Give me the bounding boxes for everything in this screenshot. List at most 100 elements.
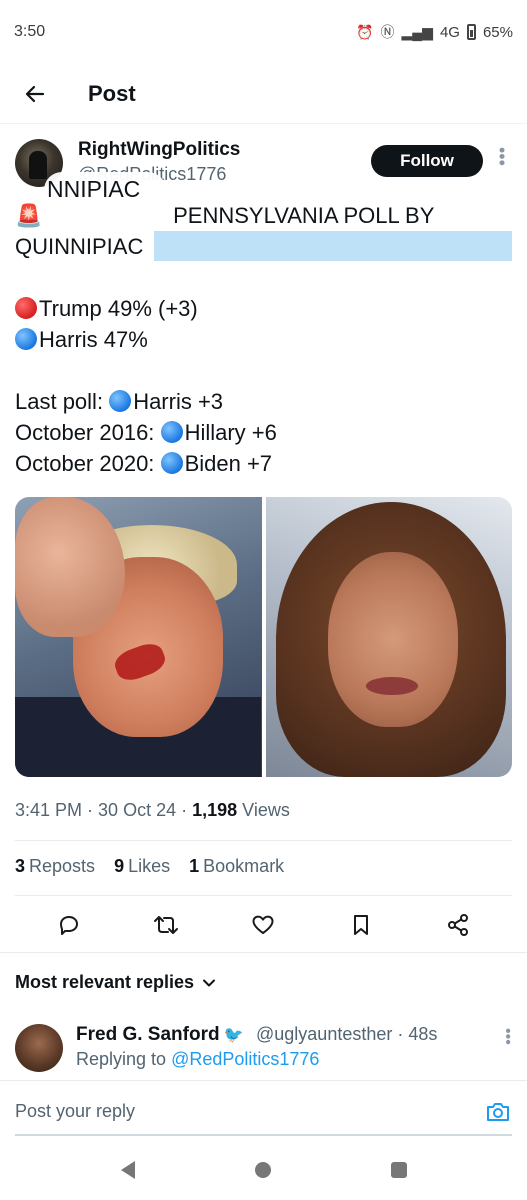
chevron-down-icon [203,979,216,986]
replying-mention[interactable]: @RedPolitics1776 [171,1049,319,1069]
blue-circle-icon [160,452,183,474]
reply-icon [59,916,78,935]
reply-avatar[interactable] [15,1024,63,1072]
replying-prefix: Replying to [76,1049,167,1069]
views-label: Views [242,800,290,820]
triangle-back-icon [120,1161,135,1179]
system-nav-bar [0,1140,527,1200]
repost-icon [154,916,179,934]
oct-2016-prefix: October 2016: [15,420,155,445]
nfc-icon: Ⓝ [380,24,395,40]
divider [15,840,512,841]
circle-home-icon [255,1162,272,1178]
siren-icon: 🚨 [15,203,43,228]
reposts-label: Reposts [29,856,96,876]
section-divider [0,952,527,953]
replies-sort-dropdown[interactable]: Most relevant replies [15,972,216,993]
arrow-left-icon [25,85,45,102]
last-poll-prefix: Last poll: [15,389,104,414]
status-bar: 3:50 ⏰ Ⓝ ▂▄▆ 4G 65% [0,0,527,64]
media-photo-left[interactable] [15,497,262,777]
text-line-2: QUINNIPIAC [15,231,515,262]
nav-back-button[interactable] [116,1158,140,1182]
square-recents-icon [391,1162,408,1178]
reply-name-text: Fred G. Sanford [76,1024,220,1045]
reply-input[interactable]: Post your reply [15,1101,135,1122]
red-circle-icon [15,297,37,319]
nav-home-button[interactable] [251,1158,275,1182]
photo-right-mouth [365,677,418,695]
status-time: 3:50 [14,23,46,40]
divider [15,895,512,896]
network-label: 4G [439,23,460,41]
author-name[interactable]: RightWingPolitics [78,139,240,161]
blue-circle-icon [109,390,132,412]
camera-button[interactable] [485,1099,511,1125]
reply-handle-text: @uglyauntesther [256,1024,393,1044]
bookmarks-stat[interactable]: 1 Bookmark [189,856,284,876]
views-count: 1,198 [192,800,238,820]
reply-age: 48s [408,1024,438,1044]
reposts-count: 3 [15,856,26,876]
bookmark-button[interactable] [348,912,374,938]
signal-icon: ▂▄▆ [401,23,433,40]
harris-line: Harris 47% [15,324,515,355]
post-actions [0,905,527,945]
photo-left-hand [15,497,125,637]
bookmark-icon [353,915,368,935]
back-button[interactable] [0,64,70,124]
bird-icon: 🐦 [223,1027,244,1044]
like-button[interactable] [250,912,276,938]
photo-right-face [327,552,458,727]
reply-more-icon[interactable]: ••• [498,1028,516,1045]
oct-2020-prefix: October 2020: [15,451,155,476]
text-headline: PENNSYLVANIA POLL BY [173,203,435,228]
heart-icon [252,915,274,934]
bookmarks-label: Bookmark [203,856,285,876]
blue-circle-icon [15,328,37,350]
last-poll-value: Harris +3 [133,389,224,414]
reply-replying-to: Replying to @RedPolitics1776 [76,1049,319,1070]
trump-line: Trump 49% (+3) [15,293,515,324]
likes-label: Likes [128,856,171,876]
battery-icon [466,24,476,40]
page-title: Post [88,80,136,106]
bookmarks-count: 1 [189,856,200,876]
alarm-icon: ⏰ [356,23,374,40]
post-time[interactable]: 3:41 PM [15,800,82,820]
follow-button[interactable]: Follow [371,145,483,177]
post-date[interactable]: 30 Oct 24 [98,800,176,820]
reply-author-name[interactable]: Fred G. Sanford 🐦 [76,1024,244,1046]
last-poll-line: Last poll: Harris +3 [15,386,515,417]
harris-result: Harris 47% [39,327,148,352]
text-line-1: 🚨 PENNSYLVANIA POLL BY [15,200,515,231]
camera-icon [487,1103,509,1121]
likes-stat[interactable]: 9 Likes [114,856,170,876]
reply-item[interactable]: Fred G. Sanford 🐦 @uglyauntesther · 48s R… [0,1012,527,1080]
reposts-stat[interactable]: 3 Reposts [15,856,95,876]
more-options-icon[interactable]: ••• [492,147,512,166]
avatar-figure [29,151,47,179]
nav-recents-button[interactable] [387,1158,411,1182]
oct-2020-value: Biden +7 [184,451,273,476]
compose-underline [15,1134,512,1136]
reply-author-handle: @uglyauntesther · 48s [256,1024,438,1044]
repost-button[interactable] [153,912,179,938]
share-button[interactable] [445,912,471,938]
media-photo-right[interactable] [265,497,512,777]
battery-label: 65% [482,23,513,41]
post-media [15,497,512,777]
post-meta: 3:41 PM · 30 Oct 24 · 1,198 Views [15,800,290,820]
reply-button[interactable] [56,912,82,938]
likes-count: 9 [114,856,125,876]
tweet-text: 🚨 PENNSYLVANIA POLL BY QUINNIPIAC Trump … [15,200,515,479]
post-stats: 3 Reposts 9 Likes 1 Bookmark [15,856,298,877]
blue-circle-icon [160,421,183,443]
status-icons: ⏰ Ⓝ ▂▄▆ 4G 65% [356,22,513,42]
share-icon [448,914,469,936]
oct-2016-line: October 2016: Hillary +6 [15,417,515,448]
reply-composer: Post your reply [0,1080,527,1140]
oct-2016-value: Hillary +6 [184,420,277,445]
oct-2020-line: October 2020: Biden +7 [15,448,515,479]
text-pollster: QUINNIPIAC [15,234,144,259]
